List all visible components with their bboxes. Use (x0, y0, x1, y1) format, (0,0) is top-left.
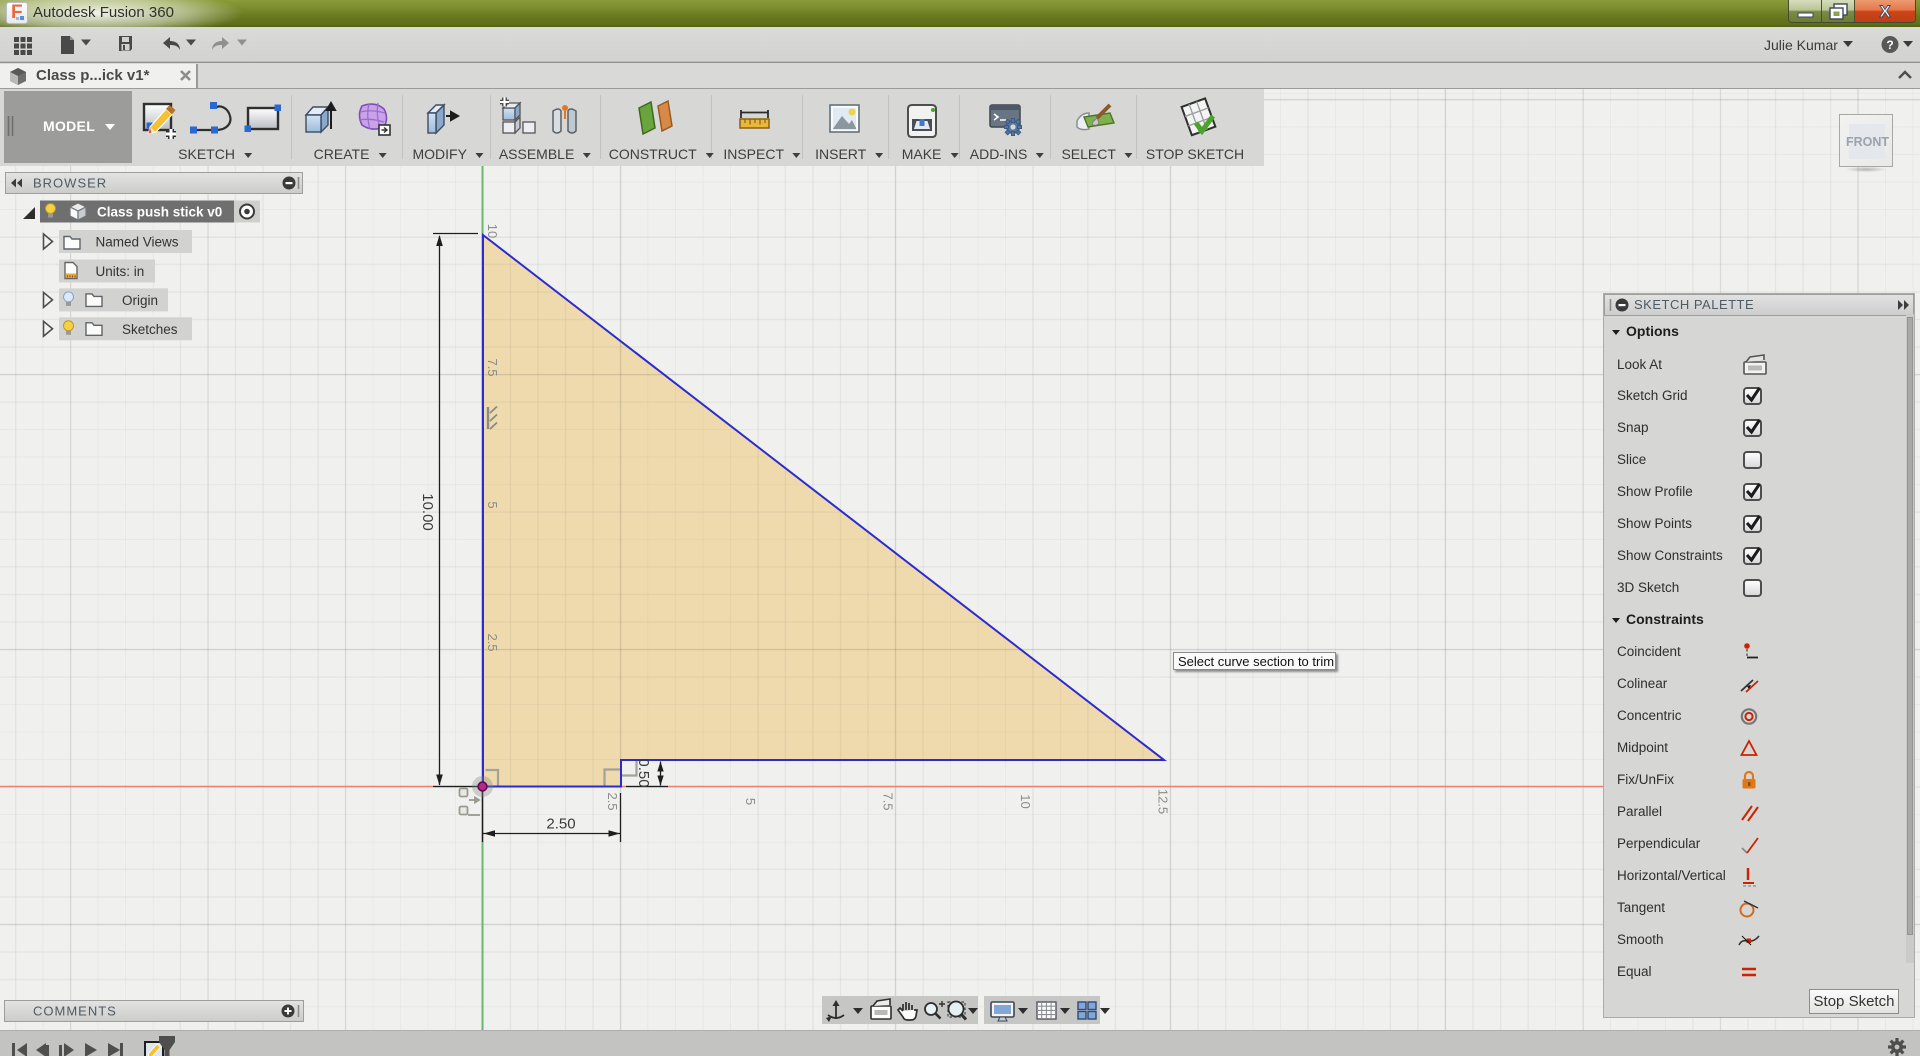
svg-text:?: ? (1886, 38, 1893, 52)
svg-text:7.5: 7.5 (881, 792, 896, 810)
svg-text:Sketches: Sketches (122, 322, 178, 337)
svg-text:Origin: Origin (122, 293, 158, 308)
svg-text:12.5: 12.5 (1156, 789, 1171, 814)
svg-text:7.5: 7.5 (485, 358, 500, 376)
svg-text:Named Views: Named Views (96, 235, 179, 250)
svg-text:5: 5 (743, 798, 758, 805)
svg-text:COMMENTS: COMMENTS (33, 1004, 117, 1019)
svg-text:10: 10 (485, 224, 500, 238)
svg-text:5: 5 (485, 501, 500, 508)
svg-text:2.5: 2.5 (605, 792, 620, 810)
svg-text:10.00: 10.00 (419, 493, 436, 531)
svg-text:X: X (1879, 2, 1891, 21)
svg-text:2.50: 2.50 (546, 816, 575, 833)
svg-text:Units: in: Units: in (96, 264, 145, 279)
svg-text:10: 10 (1018, 794, 1033, 808)
svg-text:2.5: 2.5 (485, 633, 500, 651)
svg-text:Class push stick v0: Class push stick v0 (97, 205, 222, 220)
svg-text:BROWSER: BROWSER (33, 176, 107, 191)
